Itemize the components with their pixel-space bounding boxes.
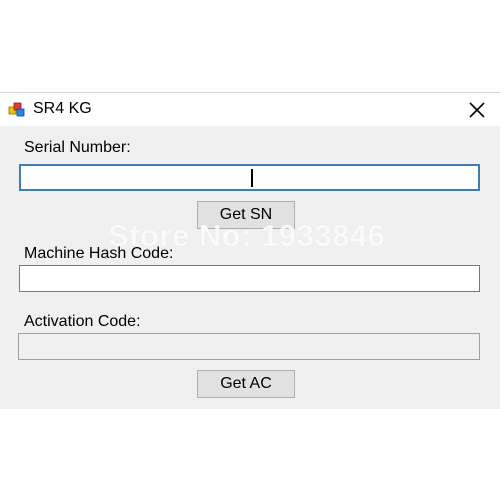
serial-number-label: Serial Number: [24, 139, 131, 156]
activation-code-input [19, 334, 479, 359]
text-caret [251, 169, 253, 187]
close-icon [469, 102, 485, 118]
machine-hash-input[interactable] [20, 266, 479, 291]
title-bar[interactable]: SR4 KG [0, 93, 500, 126]
activation-code-field [18, 333, 480, 360]
machine-hash-label: Machine Hash Code: [24, 245, 174, 262]
close-button[interactable] [460, 95, 494, 125]
window-title: SR4 KG [33, 100, 92, 117]
machine-hash-field[interactable] [19, 265, 480, 292]
app-icon [8, 101, 26, 119]
serial-number-field[interactable] [19, 164, 480, 191]
serial-number-input[interactable] [21, 166, 478, 189]
get-ac-button[interactable]: Get AC [197, 370, 295, 398]
activation-code-label: Activation Code: [24, 313, 141, 330]
